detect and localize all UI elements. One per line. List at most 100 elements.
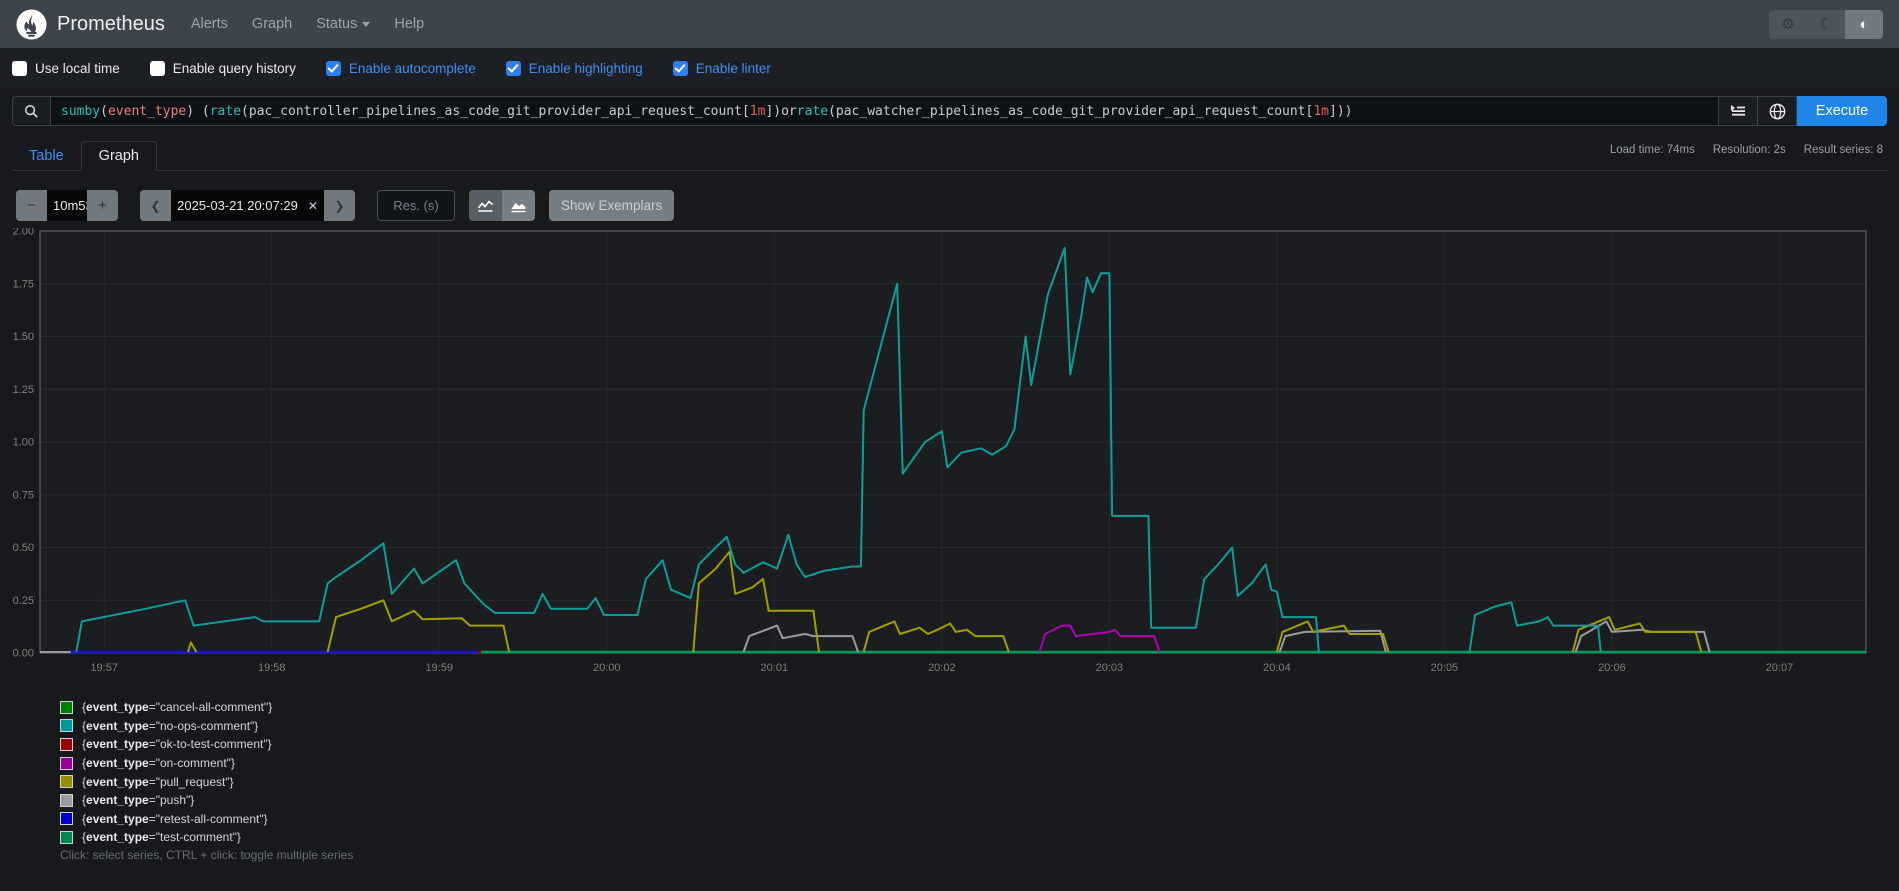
legend-swatch	[60, 719, 73, 732]
promql-token: (	[241, 104, 249, 119]
y-tick-label: 1.00	[13, 437, 34, 449]
legend-label: {event_type="ok-to-test-comment"}	[82, 737, 272, 751]
promql-token: rate	[210, 104, 241, 119]
y-tick-label: 0.25	[13, 595, 34, 607]
chevron-down-icon	[362, 22, 370, 27]
unchecked-checkbox[interactable]	[12, 61, 27, 76]
y-tick-label: 1.75	[13, 278, 34, 290]
resolution: Resolution: 2s	[1713, 144, 1786, 156]
option-label: Enable linter	[696, 61, 771, 76]
tab-graph[interactable]: Graph	[81, 141, 157, 171]
legend-item[interactable]: {event_type="retest-all-comment"}	[60, 810, 272, 829]
time-series-chart[interactable]: 0.000.250.500.751.001.251.501.752.0019:5…	[0, 228, 1899, 680]
end-time-value: 2025-03-21 20:07:29	[177, 198, 298, 213]
option-enable-autocomplete[interactable]: Enable autocomplete	[326, 61, 476, 76]
nav-link-alerts[interactable]: Alerts	[191, 16, 228, 32]
unchecked-checkbox[interactable]	[150, 61, 165, 76]
promql-token: 1m	[750, 104, 766, 119]
auto-theme-contrast-icon[interactable]: ◐	[1845, 10, 1883, 39]
nav-links: Alerts Graph Status Help	[191, 16, 424, 32]
series-legend: {event_type="cancel-all-comment"} {event_…	[60, 698, 272, 847]
option-label: Use local time	[35, 61, 120, 76]
app-title: Prometheus	[57, 13, 165, 36]
metrics-explorer-button[interactable]	[1719, 96, 1758, 126]
legend-label: {event_type="pull_request"}	[82, 775, 234, 789]
promql-token: or	[781, 104, 797, 119]
decrease-range-button[interactable]: −	[16, 190, 47, 221]
promql-expression-input[interactable]: sum by (event_type) (rate(pac_controller…	[50, 96, 1719, 126]
promql-token: pac_watcher_pipelines_as_code_git_provid…	[836, 104, 1306, 119]
legend-swatch	[60, 794, 73, 807]
legend-item[interactable]: {event_type="no-ops-comment"}	[60, 717, 272, 736]
query-stats: Load time: 74ms Resolution: 2s Result se…	[1610, 144, 1883, 156]
option-enable-query-history[interactable]: Enable query history	[150, 61, 296, 76]
legend-item[interactable]: {event_type="test-comment"}	[60, 828, 272, 847]
range-duration-input[interactable]: 10m53s	[47, 190, 87, 221]
legend-label: {event_type="no-ops-comment"}	[82, 719, 258, 733]
legend-item[interactable]: {event_type="push"}	[60, 791, 272, 810]
nav-link-help[interactable]: Help	[394, 16, 424, 32]
x-tick-label: 20:00	[593, 662, 621, 674]
legend-label: {event_type="retest-all-comment"}	[82, 812, 268, 826]
stacked-chart-button[interactable]	[502, 190, 535, 221]
search-icon	[12, 96, 50, 126]
y-tick-label: 0.75	[13, 489, 34, 501]
time-forward-chevron-button[interactable]: ❯	[324, 190, 355, 221]
option-label: Enable autocomplete	[349, 61, 476, 76]
option-enable-linter[interactable]: Enable linter	[673, 61, 771, 76]
resolution-input[interactable]: Res. (s)	[377, 190, 455, 221]
promql-token: ]	[765, 104, 773, 119]
checked-checkbox[interactable]	[326, 61, 341, 76]
legend-swatch	[60, 757, 73, 770]
x-tick-label: 20:07	[1766, 662, 1794, 674]
x-tick-label: 20:02	[928, 662, 956, 674]
checked-checkbox[interactable]	[673, 61, 688, 76]
theme-toggle-group: ⚙ ☾ ◐	[1769, 10, 1883, 39]
y-tick-label: 0.50	[13, 542, 34, 554]
y-tick-label: 1.25	[13, 384, 34, 396]
navbar: Prometheus Alerts Graph Status Help ⚙ ☾ ◐	[0, 0, 1899, 48]
tab-table[interactable]: Table	[12, 142, 81, 170]
stacked-chart-icon	[510, 199, 527, 213]
x-tick-label: 19:59	[425, 662, 453, 674]
panel-tabs: TableGraph	[12, 140, 1887, 171]
promql-token: 1m	[1313, 104, 1329, 119]
load-time: Load time: 74ms	[1610, 144, 1695, 156]
legend-swatch	[60, 812, 73, 825]
promql-token: (	[100, 104, 108, 119]
promql-token: [	[742, 104, 750, 119]
time-back-chevron-button[interactable]: ❮	[140, 190, 171, 221]
nav-link-graph[interactable]: Graph	[252, 16, 292, 32]
legend-label: {event_type="cancel-all-comment"}	[82, 700, 272, 714]
checked-checkbox[interactable]	[506, 61, 521, 76]
nav-link-status[interactable]: Status	[316, 16, 370, 32]
prometheus-logo-icon	[16, 9, 47, 40]
execute-button[interactable]: Execute	[1797, 96, 1887, 126]
end-time-input[interactable]: 2025-03-21 20:07:29 ✕	[171, 190, 324, 221]
show-exemplars-button[interactable]: Show Exemplars	[549, 190, 674, 221]
promql-token: (	[828, 104, 836, 119]
range-group: − 10m53s +	[16, 190, 118, 221]
legend-label: {event_type="on-comment"}	[82, 756, 235, 770]
prometheus-brand[interactable]: Prometheus	[16, 9, 165, 40]
line-chart-icon	[477, 199, 494, 213]
clear-time-icon[interactable]: ✕	[308, 199, 318, 213]
legend-item[interactable]: {event_type="cancel-all-comment"}	[60, 698, 272, 717]
time-zone-globe-button[interactable]	[1758, 96, 1797, 126]
legend-item[interactable]: {event_type="on-comment"}	[60, 754, 272, 773]
x-tick-label: 20:06	[1598, 662, 1626, 674]
query-options-row: Use local time Enable query history Enable…	[0, 48, 1899, 88]
promql-token: )	[773, 104, 781, 119]
legend-item[interactable]: {event_type="pull_request"}	[60, 772, 272, 791]
graph-controls: − 10m53s + ❮ 2025-03-21 20:07:29 ✕ ❯ Res…	[16, 190, 674, 221]
query-bar: sum by (event_type) (rate(pac_controller…	[12, 96, 1887, 126]
settings-gear-icon[interactable]: ⚙	[1769, 10, 1807, 39]
legend-item[interactable]: {event_type="ok-to-test-comment"}	[60, 735, 272, 754]
line-chart-button[interactable]	[469, 190, 502, 221]
option-enable-highlighting[interactable]: Enable highlighting	[506, 61, 643, 76]
dark-theme-moon-icon[interactable]: ☾	[1807, 10, 1845, 39]
chart-canvas: 0.000.250.500.751.001.251.501.752.0019:5…	[0, 228, 1899, 680]
option-use-local-time[interactable]: Use local time	[12, 61, 120, 76]
increase-range-button[interactable]: +	[87, 190, 118, 221]
chart-type-group	[469, 190, 535, 221]
